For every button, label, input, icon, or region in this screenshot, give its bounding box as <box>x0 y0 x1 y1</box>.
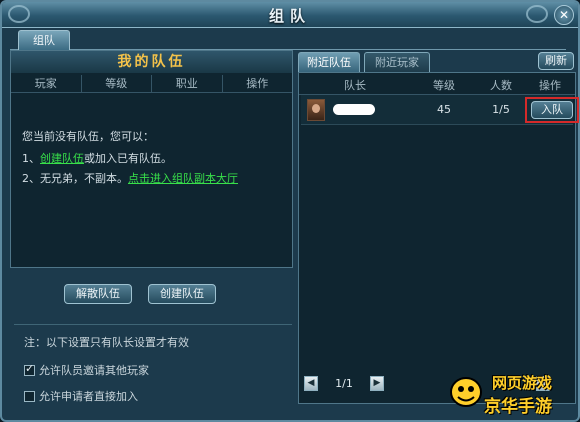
ornament-icon <box>526 5 548 23</box>
option-label: 允许申请者直接加入 <box>39 390 138 403</box>
option-allow-invite[interactable]: 允许队员邀请其他玩家 <box>24 362 149 378</box>
next-page-icon[interactable]: ▶ <box>370 376 384 391</box>
column-action: 操作 <box>539 79 561 92</box>
join-highlight: 入队 <box>525 97 579 123</box>
watermark-logo-icon <box>450 377 482 407</box>
team-members: 1/5 <box>492 103 510 116</box>
watermark-line-2: 京华手游 <box>484 397 552 417</box>
tab-bar: 组队 <box>10 30 566 50</box>
dungeon-hall-link[interactable]: 点击进入组队副本大厅 <box>128 172 238 185</box>
column-level: 等级 <box>82 75 152 92</box>
hint-prefix-2: 2、无兄弟，不副本。 <box>22 172 128 185</box>
title-bar: 组队 ✕ <box>2 2 578 28</box>
nearby-teams-panel: 队长 等级 人数 操作 45 1/5 入队 <box>298 72 579 404</box>
watermark-line-1: 网页游戏 <box>492 374 553 392</box>
create-team-link[interactable]: 创建队伍 <box>40 152 84 165</box>
disband-team-button[interactable]: 解散队伍 <box>64 284 132 304</box>
column-class: 职业 <box>152 75 223 92</box>
checkbox-checked[interactable] <box>24 362 35 376</box>
close-icon[interactable]: ✕ <box>554 5 574 25</box>
hint-suffix: 或加入已有队伍。 <box>84 152 172 165</box>
tab-team[interactable]: 组队 <box>18 30 70 50</box>
column-members: 人数 <box>490 79 512 92</box>
window-title: 组队 <box>268 7 311 25</box>
hint-line-3: 2、无兄弟，不副本。点击进入组队副本大厅 <box>22 170 238 186</box>
column-leader: 队长 <box>344 79 366 92</box>
hint-line-2: 1、创建队伍或加入已有队伍。 <box>22 150 172 166</box>
hint-prefix: 1、 <box>22 152 40 165</box>
checkbox-unchecked[interactable] <box>24 390 35 402</box>
table-row[interactable]: 45 1/5 入队 <box>301 95 579 125</box>
column-player: 玩家 <box>11 75 82 92</box>
my-team-header: 玩家 等级 职业 操作 <box>11 75 292 93</box>
option-allow-direct-join[interactable]: 允许申请者直接加入 <box>24 388 138 404</box>
team-level: 45 <box>437 103 451 116</box>
leader-name-redacted <box>333 104 375 115</box>
option-label: 允许队员邀请其他玩家 <box>39 364 149 377</box>
leader-avatar <box>307 99 325 121</box>
divider <box>14 324 292 325</box>
my-team-title: 我的队伍 <box>11 51 292 73</box>
tab-nearby-players[interactable]: 附近玩家 <box>364 52 430 72</box>
refresh-button[interactable]: 刷新 <box>538 52 574 70</box>
column-action: 操作 <box>246 77 269 90</box>
hint-line-1: 您当前没有队伍，您可以： <box>22 130 154 143</box>
create-team-button[interactable]: 创建队伍 <box>148 284 216 304</box>
settings-note: 注：以下设置只有队长设置才有效 <box>24 336 189 349</box>
pager: ◀ 1/1 ▶ <box>304 376 384 392</box>
column-level: 等级 <box>433 79 455 92</box>
nearby-teams-header: 队长 等级 人数 操作 <box>299 77 575 95</box>
tab-nearby-teams[interactable]: 附近队伍 <box>298 52 360 72</box>
page-indicator: 1/1 <box>335 377 353 390</box>
join-team-button[interactable]: 入队 <box>531 101 573 119</box>
prev-page-icon[interactable]: ◀ <box>304 376 318 391</box>
